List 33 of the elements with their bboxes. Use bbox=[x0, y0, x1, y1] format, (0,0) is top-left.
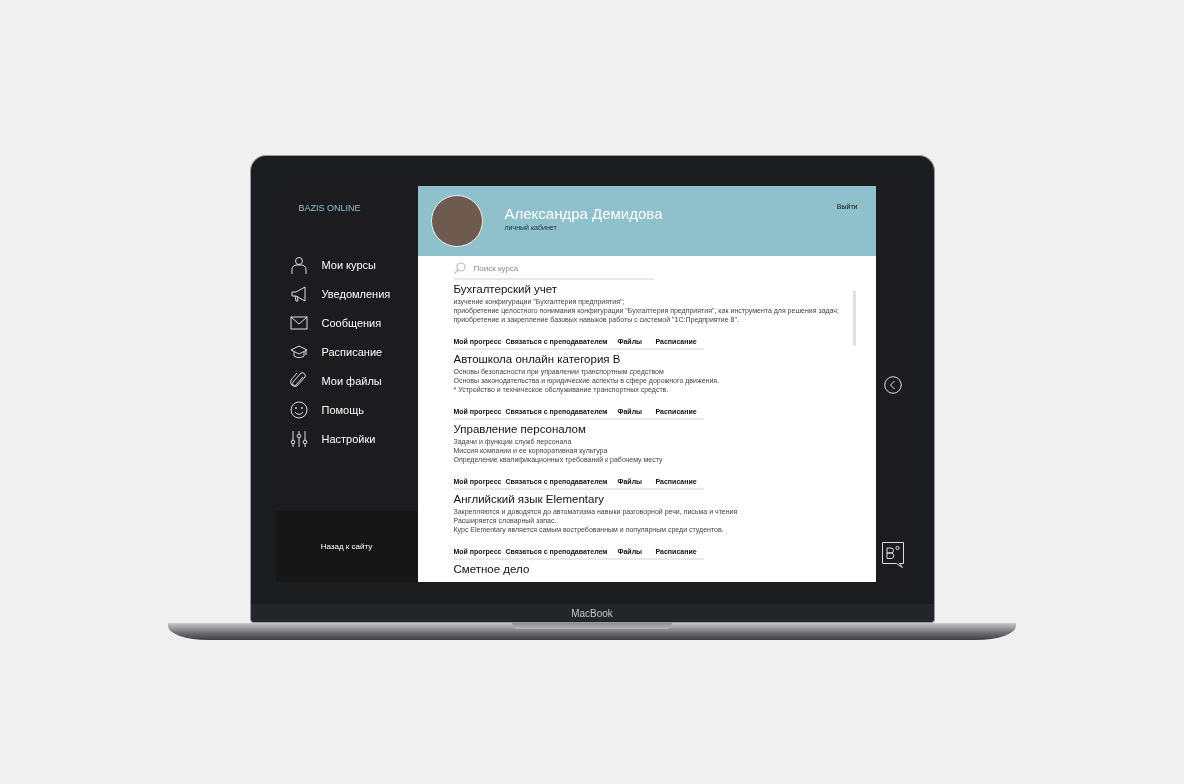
sidebar-item[interactable]: Мои файлы bbox=[289, 371, 418, 390]
avatar-photo-placeholder bbox=[430, 195, 483, 247]
b-logo-icon bbox=[882, 542, 904, 568]
smiley-icon bbox=[289, 400, 308, 419]
sidebar-item[interactable]: Уведомления bbox=[289, 284, 418, 303]
person-icon bbox=[289, 255, 308, 274]
course-title[interactable]: Управление персоналом bbox=[453, 423, 876, 435]
sidebar-item-label[interactable]: Уведомления bbox=[321, 287, 391, 300]
chevron-left-icon[interactable] bbox=[884, 376, 902, 394]
sidebar-item[interactable]: Расписание bbox=[289, 342, 418, 361]
sidebar-item-label[interactable]: Мои файлы bbox=[321, 374, 382, 387]
sidebar-item[interactable]: Сообщения bbox=[289, 313, 418, 332]
sidebar-item[interactable]: Настройки bbox=[289, 429, 418, 448]
course-title[interactable]: Сметное дело bbox=[453, 563, 876, 575]
sidebar-item-label[interactable]: Сообщения bbox=[321, 316, 382, 329]
megaphone-icon bbox=[289, 284, 308, 303]
sidebar-item-label[interactable]: Помощь bbox=[321, 403, 364, 416]
sidebar-item[interactable]: Помощь bbox=[289, 400, 418, 419]
sidebar-item-label[interactable]: Мои курсы bbox=[321, 258, 376, 271]
back-to-site-link[interactable]: Назад к сайту bbox=[320, 542, 373, 551]
course-title[interactable]: Английский язык Elementary bbox=[453, 493, 876, 505]
sidebar-item-label[interactable]: Расписание bbox=[321, 345, 383, 358]
envelope-icon bbox=[289, 313, 308, 332]
course-title[interactable]: Бухгалтерский учет bbox=[453, 283, 876, 295]
sliders-icon bbox=[289, 429, 308, 448]
brand-label: MacBook bbox=[571, 607, 613, 619]
sidebar-item[interactable]: Мои курсы bbox=[289, 255, 418, 274]
search-icon bbox=[453, 262, 466, 274]
paperclip-icon bbox=[289, 371, 308, 390]
sidebar-item-label[interactable]: Настройки bbox=[321, 432, 376, 445]
course-title[interactable]: Автошкола онлайн категория В bbox=[453, 353, 876, 365]
user-name: Александра Демидова bbox=[504, 205, 663, 222]
logo-text: BAZIS ONLINE bbox=[297, 202, 362, 215]
